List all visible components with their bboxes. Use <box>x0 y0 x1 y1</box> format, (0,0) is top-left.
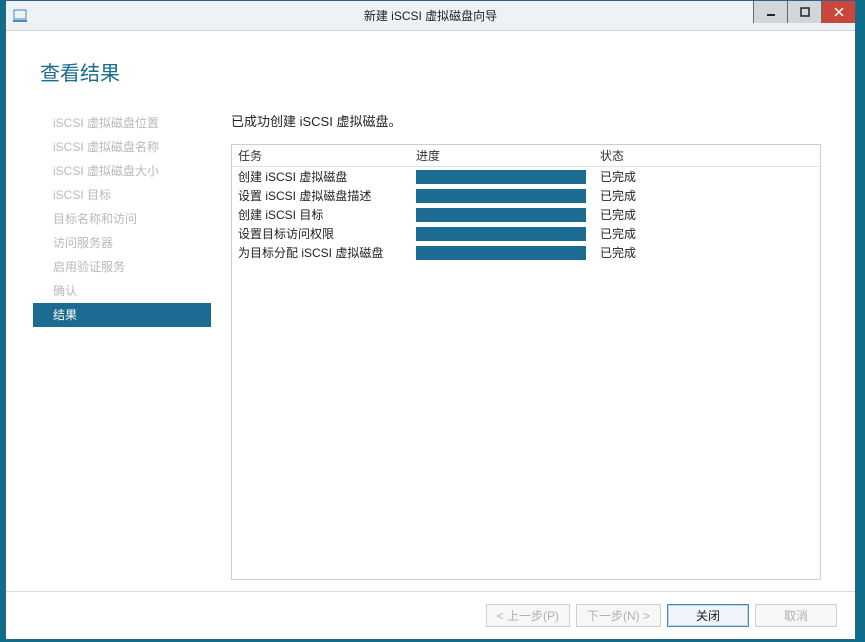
column-header-task: 任务 <box>232 147 416 164</box>
sidebar-item-iscsi-disk-name: iSCSI 虚拟磁盘名称 <box>33 135 211 159</box>
page-heading: 查看结果 <box>40 57 120 86</box>
cell-progress <box>416 227 594 241</box>
wizard-window: 新建 iSCSI 虚拟磁盘向导 查看结果 iSCSI 虚拟磁盘位置 iSCSI … <box>5 0 856 640</box>
sidebar-item-access-servers: 访问服务器 <box>33 231 211 255</box>
cell-status: 已完成 <box>594 168 820 185</box>
app-icon <box>12 8 28 24</box>
table-row: 创建 iSCSI 虚拟磁盘 已完成 <box>232 167 820 186</box>
table-body: 创建 iSCSI 虚拟磁盘 已完成 设置 iSCSI 虚拟磁盘描述 已完成 创建… <box>232 167 820 579</box>
window-controls <box>753 1 855 23</box>
table-header: 任务 进度 状态 <box>232 145 820 167</box>
close-wizard-button[interactable]: 关闭 <box>667 604 749 627</box>
progress-bar <box>416 208 586 222</box>
cancel-button: 取消 <box>755 604 837 627</box>
sidebar-item-iscsi-target: iSCSI 目标 <box>33 183 211 207</box>
progress-bar <box>416 189 586 203</box>
cell-task: 创建 iSCSI 虚拟磁盘 <box>232 168 416 185</box>
back-button: < 上一步(P) <box>486 604 570 627</box>
cell-progress <box>416 189 594 203</box>
result-message: 已成功创建 iSCSI 虚拟磁盘。 <box>231 111 821 130</box>
next-button: 下一步(N) > <box>576 604 661 627</box>
sidebar-item-iscsi-disk-location: iSCSI 虚拟磁盘位置 <box>33 111 211 135</box>
minimize-button[interactable] <box>753 1 787 23</box>
cell-progress <box>416 208 594 222</box>
window-title: 新建 iSCSI 虚拟磁盘向导 <box>6 7 855 24</box>
cell-status: 已完成 <box>594 187 820 204</box>
close-button[interactable] <box>821 1 855 23</box>
sidebar-item-target-name-access: 目标名称和访问 <box>33 207 211 231</box>
content-area: 查看结果 iSCSI 虚拟磁盘位置 iSCSI 虚拟磁盘名称 iSCSI 虚拟磁… <box>6 31 855 591</box>
table-row: 设置目标访问权限 已完成 <box>232 224 820 243</box>
main-panel: 已成功创建 iSCSI 虚拟磁盘。 任务 进度 状态 创建 iSCSI 虚拟磁盘… <box>231 111 821 581</box>
cell-task: 设置目标访问权限 <box>232 225 416 242</box>
cell-progress <box>416 170 594 184</box>
progress-bar <box>416 246 586 260</box>
cell-task: 设置 iSCSI 虚拟磁盘描述 <box>232 187 416 204</box>
cell-progress <box>416 246 594 260</box>
cell-task: 创建 iSCSI 目标 <box>232 206 416 223</box>
cell-task: 为目标分配 iSCSI 虚拟磁盘 <box>232 244 416 261</box>
maximize-button[interactable] <box>787 1 821 23</box>
progress-bar <box>416 227 586 241</box>
cell-status: 已完成 <box>594 244 820 261</box>
sidebar-item-confirm: 确认 <box>33 279 211 303</box>
sidebar-item-result: 结果 <box>33 303 211 327</box>
column-header-progress: 进度 <box>416 147 594 164</box>
progress-bar <box>416 170 586 184</box>
footer: < 上一步(P) 下一步(N) > 关闭 取消 <box>6 591 855 639</box>
results-table: 任务 进度 状态 创建 iSCSI 虚拟磁盘 已完成 设置 iSCSI 虚拟磁盘… <box>231 144 821 580</box>
table-row: 创建 iSCSI 目标 已完成 <box>232 205 820 224</box>
titlebar: 新建 iSCSI 虚拟磁盘向导 <box>6 1 855 31</box>
steps-sidebar: iSCSI 虚拟磁盘位置 iSCSI 虚拟磁盘名称 iSCSI 虚拟磁盘大小 i… <box>33 111 211 327</box>
sidebar-item-iscsi-disk-size: iSCSI 虚拟磁盘大小 <box>33 159 211 183</box>
cell-status: 已完成 <box>594 225 820 242</box>
sidebar-item-enable-auth: 启用验证服务 <box>33 255 211 279</box>
table-row: 为目标分配 iSCSI 虚拟磁盘 已完成 <box>232 243 820 262</box>
column-header-status: 状态 <box>594 147 820 164</box>
cell-status: 已完成 <box>594 206 820 223</box>
table-row: 设置 iSCSI 虚拟磁盘描述 已完成 <box>232 186 820 205</box>
